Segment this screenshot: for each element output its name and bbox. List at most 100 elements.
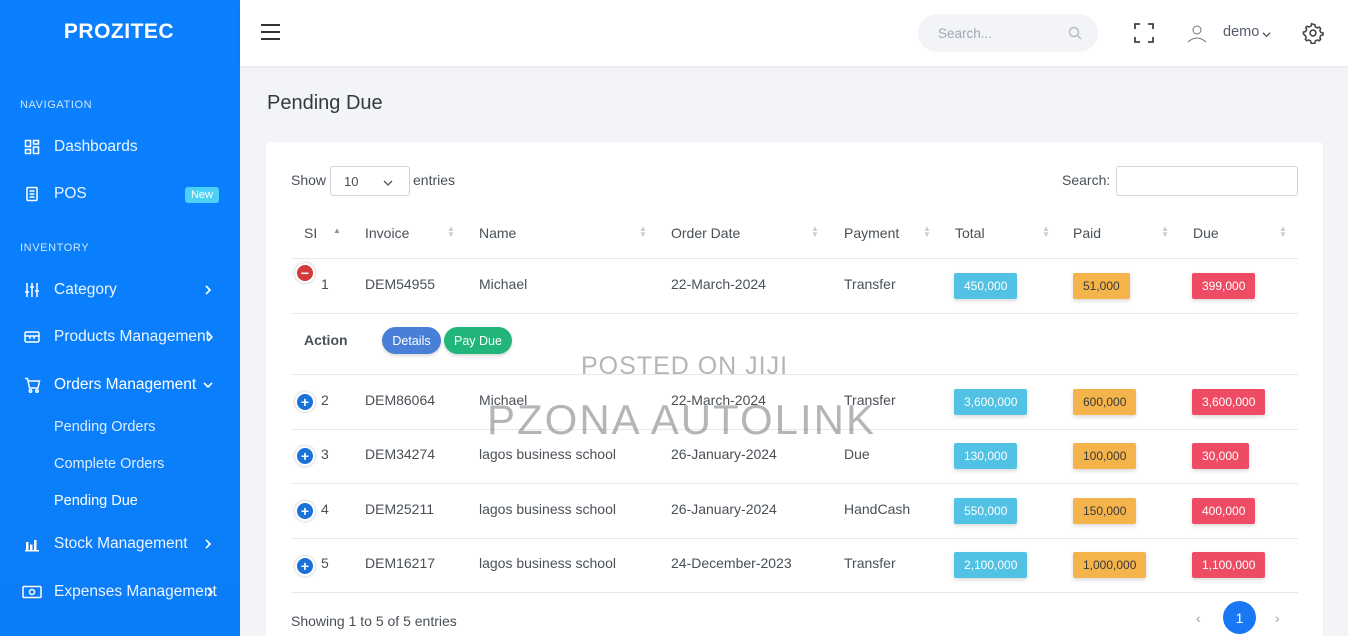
cell-name: lagos business school [479,501,616,517]
header-search [918,14,1098,52]
expand-row-icon[interactable]: + [297,394,313,410]
table-info: Showing 1 to 5 of 5 entries [291,613,457,629]
cell-payment: Transfer [844,392,896,408]
collapse-row-icon[interactable]: − [297,265,313,281]
show-label: Show [291,172,327,188]
column-header-si[interactable]: SI [304,225,317,241]
paid-badge: 600,000 [1073,389,1137,415]
sort-asc-icon: ▲ [333,226,341,235]
column-header-name[interactable]: Name [479,225,516,241]
paid-badge: 51,000 [1073,273,1130,299]
sidebar-subitem-pending-orders[interactable]: Pending Orders [54,419,156,435]
cell-si: 3 [321,446,329,462]
box-icon [22,327,42,347]
avatar[interactable] [1184,22,1210,44]
column-header-order-date[interactable]: Order Date [671,225,740,241]
page-length-select[interactable]: 10 [330,166,410,196]
page-title: Pending Due [267,92,383,114]
sidebar-item-label: Expenses Management [54,583,217,600]
expand-row-icon[interactable]: + [297,558,313,574]
sidebar-item-dashboards[interactable]: Dashboards [0,127,240,167]
pagination-next[interactable]: › [1275,610,1280,626]
cell-name: lagos business school [479,555,616,571]
pay-due-button[interactable]: Pay Due [444,327,512,354]
sidebar-item-label: Stock Management [54,535,188,552]
total-badge: 550,000 [954,498,1018,524]
cell-payment: Due [844,446,870,462]
nav-section-navigation: NAVIGATION [20,99,93,111]
sidebar-item-category[interactable]: Category [0,270,240,310]
details-button[interactable]: Details [382,327,441,354]
row-divider [291,538,1298,539]
table-search-label: Search: [1062,172,1111,188]
total-badge: 130,000 [954,443,1018,469]
fullscreen-icon[interactable] [1134,23,1154,48]
sidebar-subitem-pending-due[interactable]: Pending Due [54,493,138,509]
user-name[interactable]: demo [1223,24,1259,40]
topbar: demo [240,0,1348,66]
due-badge: 3,600,000 [1192,389,1266,415]
cell-invoice: DEM25211 [365,501,435,517]
expand-row-icon[interactable]: + [297,503,313,519]
sidebar-item-expenses-management[interactable]: Expenses Management [0,572,240,612]
paid-badge: 1,000,000 [1073,552,1147,578]
cart-icon [22,375,42,395]
sort-icon: ▲ ▼ [639,224,647,239]
pagination-page-1[interactable]: 1 [1223,601,1256,634]
table-search-input[interactable] [1116,166,1298,196]
cell-order-date: 26-January-2024 [671,446,777,462]
pending-due-card: Show 10 entries Search: SI ▲ Invoice ▲ ▼ … [266,142,1323,636]
total-badge: 3,600,000 [954,389,1028,415]
chevron-down-icon[interactable] [1262,26,1271,44]
sidebar-item-label: Category [54,281,117,298]
cell-payment: HandCash [844,501,911,517]
cell-invoice: DEM54955 [365,276,436,292]
menu-toggle-icon[interactable] [260,22,282,42]
cell-si: 2 [321,392,329,408]
gear-icon[interactable] [1302,22,1324,49]
total-badge: 450,000 [954,273,1018,299]
chevron-right-icon [200,536,216,552]
brand-logo[interactable]: PROZITEC [0,0,240,64]
new-badge: New [184,187,219,203]
action-label: Action [304,332,348,348]
sort-icon: ▲ ▼ [447,224,455,239]
row-divider [291,429,1298,430]
column-header-due[interactable]: Due [1193,225,1219,241]
sidebar-item-stock-management[interactable]: Stock Management [0,524,240,564]
cell-order-date: 22-March-2024 [671,276,766,292]
sidebar-item-products-management[interactable]: Products Management [0,317,240,357]
cell-order-date: 22-March-2024 [671,392,766,408]
search-icon[interactable] [1068,26,1082,45]
column-header-paid[interactable]: Paid [1073,225,1101,241]
row-divider [291,592,1298,593]
sidebar-item-orders-management[interactable]: Orders Management [0,365,240,405]
chevron-right-icon [202,329,218,345]
sort-icon: ▲ ▼ [1161,224,1169,239]
row-divider [291,483,1298,484]
column-header-invoice[interactable]: Invoice [365,225,409,241]
nav-section-inventory: INVENTORY [20,242,90,254]
sort-icon: ▲ ▼ [811,224,819,239]
sidebar-subitem-complete-orders[interactable]: Complete Orders [54,456,164,472]
row-divider [291,313,1298,314]
cell-si: 5 [321,555,329,571]
pagination-previous[interactable]: ‹ [1196,610,1201,626]
chevron-right-icon [200,282,216,298]
cell-invoice: DEM86064 [365,392,436,408]
column-header-total[interactable]: Total [955,225,985,241]
entries-label: entries [413,172,456,188]
sliders-icon [22,280,42,300]
pos-icon [22,184,42,204]
sort-icon: ▲ ▼ [923,224,931,239]
column-header-payment[interactable]: Payment [844,225,899,241]
sidebar-item-label: POS [54,185,87,202]
sidebar-item-pos[interactable]: POS New [0,174,240,214]
cell-payment: Transfer [844,555,896,571]
header-search-input[interactable] [938,25,1058,41]
expand-row-icon[interactable]: + [297,448,313,464]
dashboard-icon [22,137,42,157]
money-icon [22,582,42,602]
cell-si: 1 [321,276,329,292]
due-badge: 399,000 [1192,273,1256,299]
